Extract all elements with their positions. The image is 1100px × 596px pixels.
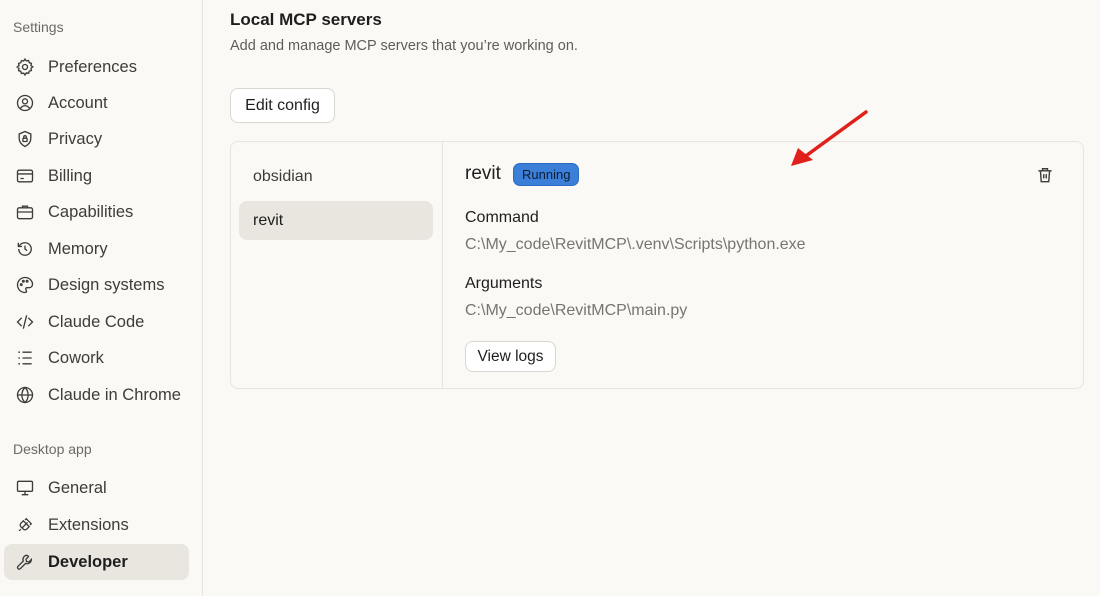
shield-lock-icon bbox=[14, 128, 36, 150]
sidebar-item-billing[interactable]: Billing bbox=[4, 158, 189, 194]
settings-window: Settings Preferences Account Privacy Bil… bbox=[0, 0, 1100, 596]
monitor-icon bbox=[14, 477, 36, 499]
sidebar-item-label: Capabilities bbox=[48, 202, 134, 221]
delete-server-button[interactable] bbox=[1035, 165, 1055, 185]
sidebar-item-label: Claude Code bbox=[48, 312, 145, 331]
sidebar-item-extensions[interactable]: Extensions bbox=[4, 507, 189, 543]
sidebar-item-label: Billing bbox=[48, 166, 93, 185]
sidebar-item-privacy[interactable]: Privacy bbox=[4, 121, 189, 157]
sidebar-item-label: Claude in Chrome bbox=[48, 385, 181, 404]
wrench-icon bbox=[14, 551, 36, 573]
mcp-servers-panel: obsidian revit revit Running Command C:\… bbox=[230, 141, 1084, 389]
sidebar-item-label: Privacy bbox=[48, 129, 103, 148]
plug-icon bbox=[14, 514, 36, 536]
server-item-obsidian[interactable]: obsidian bbox=[239, 157, 433, 196]
command-value: C:\My_code\RevitMCP\.venv\Scripts\python… bbox=[465, 236, 806, 253]
user-circle-icon bbox=[14, 92, 36, 114]
sidebar-item-account[interactable]: Account bbox=[4, 85, 189, 121]
code-icon bbox=[14, 311, 36, 333]
view-logs-button[interactable]: View logs bbox=[465, 341, 556, 372]
server-detail: revit Running Command C:\My_code\RevitMC… bbox=[465, 142, 1083, 388]
settings-section-label: Settings bbox=[13, 19, 64, 35]
trash-icon bbox=[1038, 168, 1052, 183]
sidebar-item-general[interactable]: General bbox=[4, 470, 189, 506]
sidebar: Settings Preferences Account Privacy Bil… bbox=[0, 0, 203, 596]
briefcase-icon bbox=[14, 201, 36, 223]
sidebar-item-label: Extensions bbox=[48, 515, 129, 534]
sidebar-item-label: Preferences bbox=[48, 57, 137, 76]
arguments-label: Arguments bbox=[465, 275, 543, 292]
server-name: revit bbox=[465, 163, 501, 184]
globe-icon bbox=[14, 384, 36, 406]
credit-card-icon bbox=[14, 165, 36, 187]
server-item-revit[interactable]: revit bbox=[239, 201, 433, 240]
sidebar-item-cowork[interactable]: Cowork bbox=[4, 340, 189, 376]
list-icon bbox=[14, 347, 36, 369]
sidebar-item-memory[interactable]: Memory bbox=[4, 231, 189, 267]
sidebar-item-label: Cowork bbox=[48, 348, 104, 367]
sidebar-item-label: Account bbox=[48, 93, 108, 112]
page-subtitle: Add and manage MCP servers that you’re w… bbox=[230, 38, 578, 54]
sidebar-item-label: Design systems bbox=[48, 275, 165, 294]
sidebar-item-capabilities[interactable]: Capabilities bbox=[4, 194, 189, 230]
sidebar-item-label: General bbox=[48, 478, 107, 497]
sidebar-item-label: Memory bbox=[48, 239, 108, 258]
edit-config-button[interactable]: Edit config bbox=[230, 88, 335, 123]
gear-icon bbox=[14, 56, 36, 78]
sidebar-item-claude-in-chrome[interactable]: Claude in Chrome bbox=[4, 377, 189, 413]
sidebar-item-preferences[interactable]: Preferences bbox=[4, 49, 189, 85]
palette-icon bbox=[14, 274, 36, 296]
page-title: Local MCP servers bbox=[230, 10, 382, 29]
sidebar-item-claude-code[interactable]: Claude Code bbox=[4, 304, 189, 340]
desktop-section-label: Desktop app bbox=[13, 441, 92, 457]
sidebar-item-developer[interactable]: Developer bbox=[4, 544, 189, 580]
history-icon bbox=[14, 238, 36, 260]
main-content: Local MCP servers Add and manage MCP ser… bbox=[203, 0, 1100, 596]
sidebar-item-design-systems[interactable]: Design systems bbox=[4, 267, 189, 303]
status-badge: Running bbox=[513, 163, 580, 186]
arguments-value: C:\My_code\RevitMCP\main.py bbox=[465, 302, 688, 319]
server-list: obsidian revit bbox=[231, 142, 443, 388]
sidebar-item-label: Developer bbox=[48, 552, 128, 571]
command-label: Command bbox=[465, 209, 539, 226]
